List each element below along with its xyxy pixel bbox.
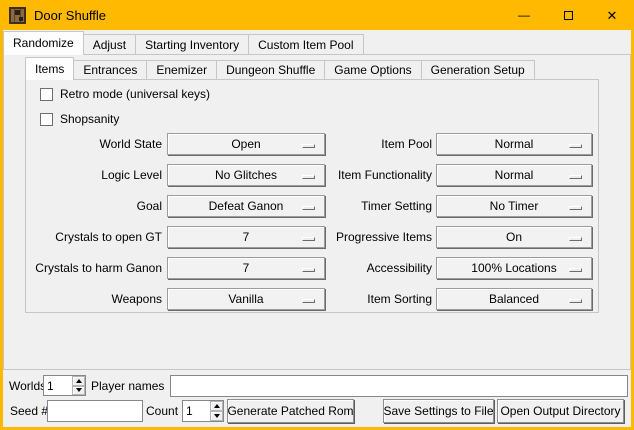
dropdown-indicator-icon	[569, 299, 582, 303]
timer-setting-dropdown[interactable]: No Timer	[436, 195, 592, 217]
worlds-label: Worlds	[9, 379, 46, 393]
progressive-items-dropdown[interactable]: On	[436, 226, 592, 248]
arrow-up-icon	[214, 404, 220, 408]
sub-tab-bar: Items Entrances Enemizer Dungeon Shuffle…	[25, 57, 534, 80]
crystals-ganon-value: 7	[243, 261, 250, 275]
timer-setting-label: Timer Setting	[302, 199, 432, 213]
item-sorting-value: Balanced	[489, 292, 539, 306]
worlds-spin-down-button[interactable]	[72, 386, 85, 396]
player-names-input[interactable]	[170, 375, 628, 397]
tab-enemizer[interactable]: Enemizer	[146, 60, 217, 80]
goal-value: Defeat Ganon	[209, 199, 284, 213]
open-output-directory-button[interactable]: Open Output Directory	[497, 399, 624, 423]
tab-custom-item-pool[interactable]: Custom Item Pool	[248, 34, 363, 55]
arrow-up-icon	[76, 379, 82, 383]
crystals-gt-label: Crystals to open GT	[20, 230, 162, 244]
accessibility-label: Accessibility	[302, 261, 432, 275]
main-tab-bar: Randomize Adjust Starting Inventory Cust…	[3, 31, 363, 55]
worlds-spinner[interactable]	[43, 375, 86, 396]
count-spinner[interactable]	[182, 400, 224, 422]
shopsanity-row: Shopsanity	[40, 112, 119, 126]
crystals-gt-value: 7	[243, 230, 250, 244]
retro-mode-checkbox[interactable]	[40, 88, 53, 101]
generate-patched-rom-button[interactable]: Generate Patched Rom	[227, 399, 354, 423]
door-shuffle-window: Door Shuffle — ✕ Randomize Adjust Starti…	[0, 0, 634, 430]
shopsanity-label: Shopsanity	[60, 112, 119, 126]
progressive-items-label: Progressive Items	[302, 230, 432, 244]
count-spin-down-button[interactable]	[210, 411, 223, 421]
tab-starting-inventory[interactable]: Starting Inventory	[135, 34, 249, 55]
dropdown-indicator-icon	[569, 237, 582, 241]
goal-label: Goal	[20, 199, 162, 213]
tab-dungeon-shuffle[interactable]: Dungeon Shuffle	[216, 60, 325, 80]
dropdown-indicator-icon	[569, 175, 582, 179]
timer-setting-value: No Timer	[490, 199, 539, 213]
count-label: Count	[146, 404, 178, 418]
maximize-button[interactable]	[546, 0, 590, 30]
dropdown-indicator-icon	[569, 206, 582, 210]
dropdown-indicator-icon	[569, 144, 582, 148]
title-bar[interactable]: Door Shuffle — ✕	[0, 0, 634, 30]
weapons-value: Vanilla	[228, 292, 263, 306]
logic-level-label: Logic Level	[20, 168, 162, 182]
item-functionality-value: Normal	[495, 168, 534, 182]
item-functionality-dropdown[interactable]: Normal	[436, 164, 592, 186]
count-input[interactable]	[183, 401, 210, 421]
arrow-down-icon	[76, 388, 82, 392]
tab-items[interactable]: Items	[25, 57, 74, 80]
tab-entrances[interactable]: Entrances	[73, 60, 147, 80]
progressive-items-value: On	[506, 230, 522, 244]
tab-game-options[interactable]: Game Options	[324, 60, 421, 80]
item-pool-dropdown[interactable]: Normal	[436, 133, 592, 155]
maximize-icon	[564, 11, 573, 20]
worlds-input[interactable]	[44, 376, 72, 395]
logic-level-value: No Glitches	[215, 168, 277, 182]
world-state-label: World State	[20, 137, 162, 151]
shopsanity-checkbox[interactable]	[40, 113, 53, 126]
tab-randomize[interactable]: Randomize	[3, 31, 84, 55]
retro-mode-row: Retro mode (universal keys)	[40, 87, 210, 101]
player-names-label: Player names	[91, 379, 164, 393]
seed-label: Seed #	[10, 404, 48, 418]
count-spin-up-button[interactable]	[210, 401, 223, 411]
world-state-value: Open	[231, 137, 260, 151]
tab-generation-setup[interactable]: Generation Setup	[421, 60, 535, 80]
save-settings-button[interactable]: Save Settings to File	[383, 399, 494, 423]
item-sorting-label: Item Sorting	[302, 292, 432, 306]
arrow-down-icon	[214, 414, 220, 418]
item-pool-label: Item Pool	[302, 137, 432, 151]
door-icon	[9, 7, 26, 24]
tab-adjust[interactable]: Adjust	[83, 34, 136, 55]
minimize-icon: —	[518, 9, 530, 21]
item-sorting-dropdown[interactable]: Balanced	[436, 288, 592, 310]
item-pool-value: Normal	[495, 137, 534, 151]
accessibility-value: 100% Locations	[471, 261, 556, 275]
seed-input[interactable]	[47, 400, 143, 422]
window-title: Door Shuffle	[34, 8, 106, 23]
weapons-label: Weapons	[20, 292, 162, 306]
worlds-spin-up-button[interactable]	[72, 376, 85, 386]
crystals-ganon-label: Crystals to harm Ganon	[20, 261, 162, 275]
retro-mode-label: Retro mode (universal keys)	[60, 87, 210, 101]
close-icon: ✕	[607, 9, 618, 22]
dropdown-indicator-icon	[569, 268, 582, 272]
close-button[interactable]: ✕	[590, 0, 634, 30]
minimize-button[interactable]: —	[502, 0, 546, 30]
item-functionality-label: Item Functionality	[302, 168, 432, 182]
accessibility-dropdown[interactable]: 100% Locations	[436, 257, 592, 279]
